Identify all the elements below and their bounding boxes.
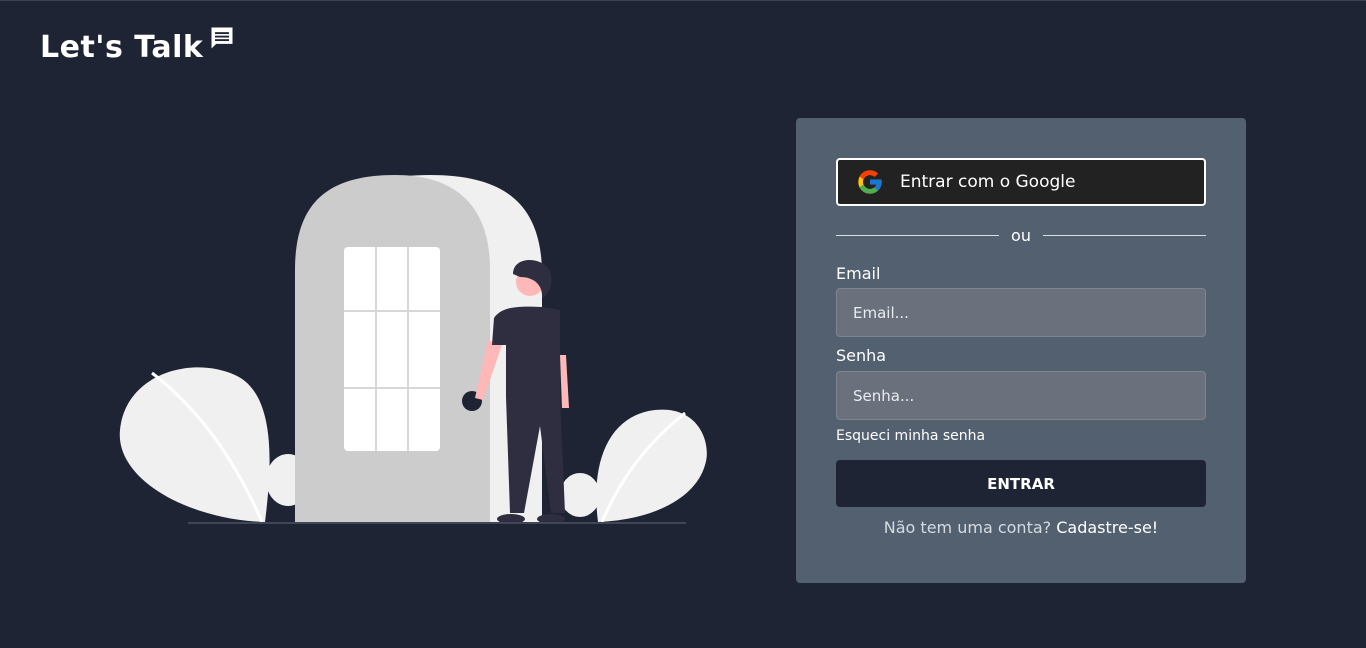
password-label: Senha bbox=[836, 346, 887, 365]
email-input[interactable] bbox=[836, 288, 1206, 337]
top-border bbox=[0, 0, 1366, 1]
right-leaf bbox=[596, 409, 707, 522]
google-button-label: Entrar com o Google bbox=[900, 172, 1076, 192]
email-label: Email bbox=[836, 264, 881, 283]
person-arm-right bbox=[560, 355, 569, 408]
forgot-password-link[interactable]: Esqueci minha senha bbox=[836, 428, 985, 444]
left-leaf bbox=[119, 367, 270, 522]
right-bush bbox=[560, 473, 600, 517]
divider-line-right bbox=[1042, 234, 1206, 236]
brand-title: Let's Talk bbox=[40, 30, 204, 65]
door-illustration bbox=[119, 175, 707, 524]
divider-line-left bbox=[836, 234, 1000, 236]
divider-text: ou bbox=[1011, 225, 1031, 245]
password-input[interactable] bbox=[836, 371, 1206, 420]
google-signin-button[interactable]: Entrar com o Google bbox=[836, 158, 1206, 206]
door-window bbox=[344, 247, 440, 451]
signup-prompt: Não tem uma conta? Cadastre-se! bbox=[796, 518, 1246, 537]
or-divider: ou bbox=[836, 224, 1206, 246]
login-card: Entrar com o Google ou Email Senha Esque… bbox=[796, 118, 1246, 583]
signup-link[interactable]: Cadastre-se! bbox=[1056, 518, 1158, 537]
brand-logo: Let's Talk bbox=[40, 27, 236, 68]
signup-text: Não tem uma conta? bbox=[883, 518, 1052, 537]
chat-bubble-icon bbox=[211, 27, 233, 49]
google-icon bbox=[858, 170, 882, 194]
login-submit-button[interactable]: ENTRAR bbox=[836, 460, 1206, 507]
